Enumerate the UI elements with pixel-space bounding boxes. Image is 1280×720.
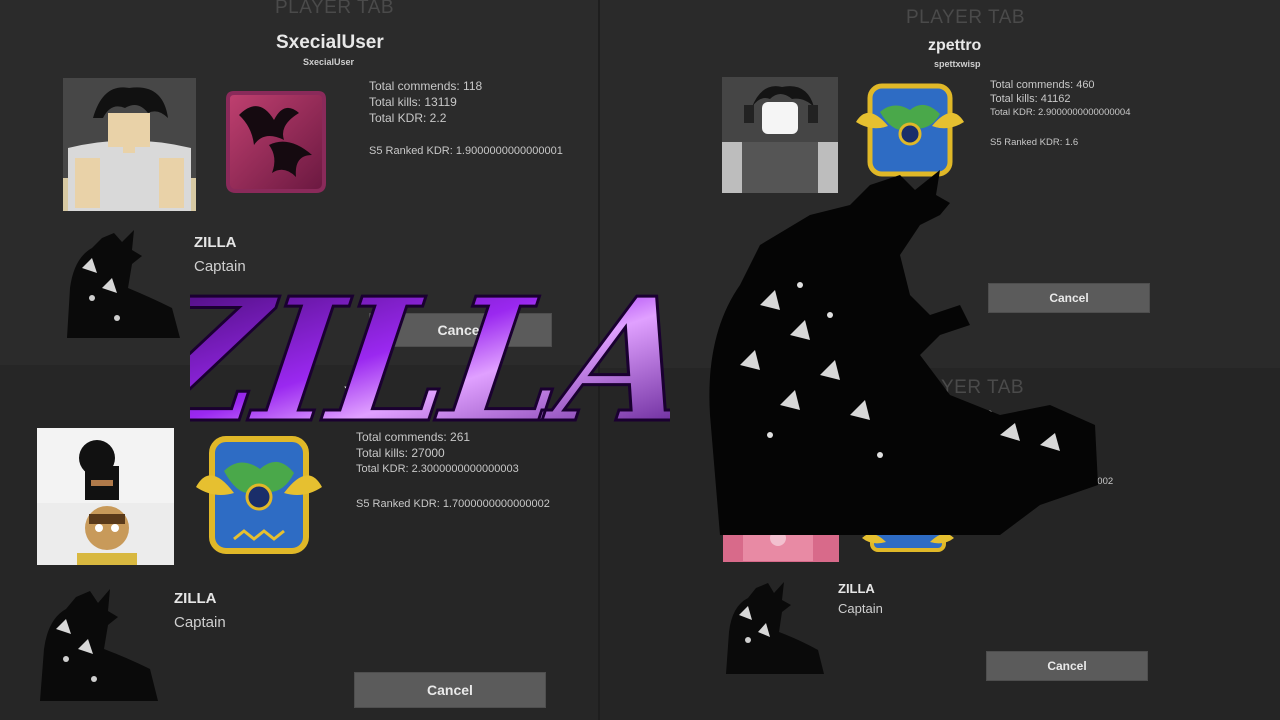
clan-role: Captain bbox=[838, 601, 883, 616]
tab-title: PLAYER TAB bbox=[275, 0, 395, 18]
user-handle: SxecialUser bbox=[303, 57, 355, 67]
cancel-button[interactable]: Cancel bbox=[354, 672, 546, 708]
username: SxecialUser bbox=[276, 32, 384, 53]
total-kills: Total kills: 13119 bbox=[369, 95, 457, 109]
cancel-button[interactable]: Cancel bbox=[986, 651, 1148, 681]
total-kills: Total kills: 41162 bbox=[990, 93, 1071, 105]
clan-emblem-icon bbox=[62, 228, 182, 343]
total-commends: Total commends: 460 bbox=[990, 79, 1095, 91]
clan-role: Captain bbox=[174, 614, 226, 631]
clan-name: ZILLA bbox=[838, 581, 875, 596]
user-handle: spettxwisp bbox=[934, 59, 981, 69]
tab-title: PLAYER TAB bbox=[906, 7, 1026, 28]
rank-badge-icon bbox=[224, 85, 328, 197]
ranked-kdr: S5 Ranked KDR: 1.7000000000000002 bbox=[356, 498, 550, 510]
ranked-kdr: S5 Ranked KDR: 1.9000000000000001 bbox=[369, 145, 563, 157]
clan-name: ZILLA bbox=[174, 590, 217, 607]
clan-emblem-icon bbox=[722, 580, 826, 678]
total-commends: Total commends: 118 bbox=[369, 79, 483, 93]
username: zpettro bbox=[928, 37, 982, 54]
zilla-logo-text: ZILLA bbox=[190, 262, 670, 461]
total-kdr: Total KDR: 2.9000000000000004 bbox=[990, 107, 1131, 118]
total-kdr: Total KDR: 2.2 bbox=[369, 111, 447, 125]
monster-silhouette-icon bbox=[700, 165, 1100, 545]
zilla-logo: ZILLA bbox=[120, 245, 701, 485]
clan-emblem-icon bbox=[36, 587, 160, 705]
ranked-kdr: S5 Ranked KDR: 1.6 bbox=[990, 137, 1079, 148]
player-avatar bbox=[63, 78, 196, 211]
player-avatar bbox=[37, 428, 174, 565]
